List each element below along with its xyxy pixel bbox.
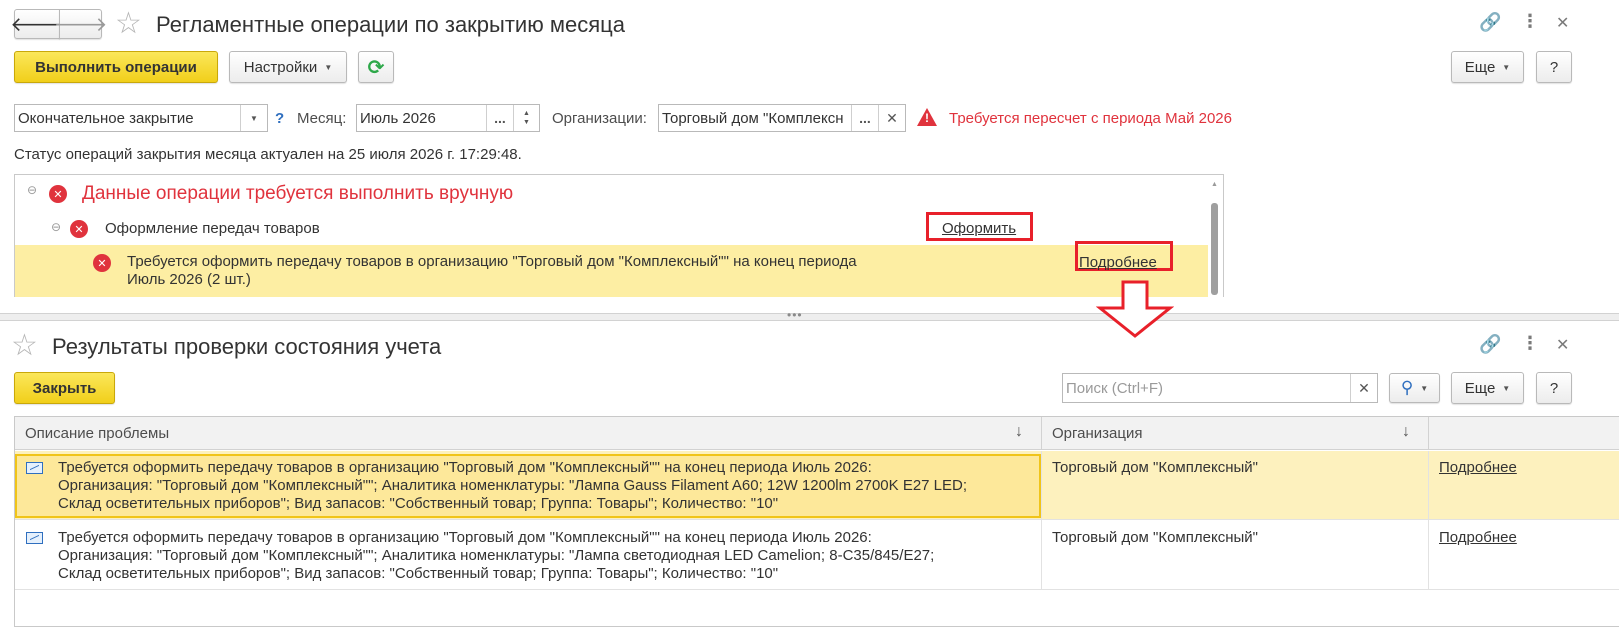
row-organization: Торговый дом "Комплексный" bbox=[1052, 529, 1258, 546]
organization-value: Торговый дом "Комплексн bbox=[662, 109, 844, 127]
recalculation-warning: Требуется пересчет с периода Май 2026 bbox=[949, 110, 1232, 127]
chevron-down-icon: ▼ bbox=[1420, 383, 1429, 393]
detail-row: ✕ Требуется оформить передачу товаров в … bbox=[15, 245, 1208, 297]
collapse-icon[interactable]: ⊖ bbox=[27, 183, 37, 197]
clear-search-icon[interactable]: ✕ bbox=[1350, 374, 1377, 402]
refresh-icon: ⟳ bbox=[367, 56, 385, 79]
more-label: Еще bbox=[1464, 379, 1496, 397]
results-window-title: Результаты проверки состояния учета bbox=[52, 334, 442, 359]
column-divider bbox=[1428, 417, 1429, 450]
more-label: Еще bbox=[1464, 58, 1496, 76]
month-stepper[interactable]: ▲ ▼ bbox=[513, 105, 539, 131]
column-divider bbox=[1041, 451, 1042, 590]
row-organization: Торговый дом "Комплексный" bbox=[1052, 459, 1258, 476]
closing-mode-value: Окончательное закрытие bbox=[18, 109, 194, 127]
column-divider bbox=[1041, 417, 1042, 450]
clear-icon[interactable]: ✕ bbox=[878, 105, 905, 131]
arrow-right-icon: 🡒 bbox=[53, 13, 108, 36]
help-button[interactable]: ? bbox=[1536, 51, 1572, 83]
more-button[interactable]: Еще ▼ bbox=[1451, 372, 1524, 404]
process-link[interactable]: Оформить bbox=[942, 220, 1016, 237]
chevron-down-icon: ▼ bbox=[1502, 383, 1511, 393]
sort-down-icon[interactable]: ↓ bbox=[1402, 423, 1410, 441]
search-button[interactable]: ⚲ ▼ bbox=[1389, 373, 1440, 403]
tree-item-title: Оформление передач товаров bbox=[105, 220, 320, 237]
month-value: Июль 2026 bbox=[360, 109, 436, 127]
column-header-organization[interactable]: Организация bbox=[1052, 425, 1142, 442]
row-description-line3: Склад осветительных приборов"; Вид запас… bbox=[58, 565, 779, 582]
closing-mode-select[interactable]: Окончательное закрытие ▼ bbox=[14, 104, 268, 132]
sort-down-icon[interactable]: ↓ bbox=[1015, 423, 1023, 441]
row-details-link[interactable]: Подробнее bbox=[1439, 529, 1517, 547]
error-icon: ✕ bbox=[93, 254, 111, 272]
chevron-up-icon[interactable]: ▲ bbox=[523, 109, 530, 118]
chevron-down-icon: ▼ bbox=[324, 62, 333, 72]
close-icon[interactable]: ✕ bbox=[1556, 13, 1569, 33]
report-row-icon bbox=[26, 532, 43, 544]
window-splitter[interactable]: ••• bbox=[0, 308, 1619, 322]
more-button[interactable]: Еще ▼ bbox=[1451, 51, 1524, 83]
month-field[interactable]: Июль 2026 ... ▲ ▼ bbox=[356, 104, 540, 132]
row-description-line3: Склад осветительных приборов"; Вид запас… bbox=[58, 495, 779, 512]
chevron-down-icon: ▼ bbox=[1502, 62, 1511, 72]
favorite-star-icon[interactable]: ☆ bbox=[115, 7, 142, 41]
row-description-line2: Организация: "Торговый дом "Комплексный"… bbox=[58, 477, 968, 494]
chevron-down-icon[interactable]: ▼ bbox=[240, 105, 267, 131]
link-icon[interactable]: 🔗 bbox=[1479, 334, 1501, 355]
search-placeholder: Поиск (Ctrl+F) bbox=[1066, 379, 1163, 397]
search-icon: ⚲ bbox=[1400, 378, 1414, 397]
refresh-button[interactable]: ⟳ bbox=[358, 51, 394, 83]
more-vert-icon[interactable]: ⋮ bbox=[1521, 333, 1539, 354]
detail-line-1: Требуется оформить передачу товаров в ор… bbox=[127, 253, 857, 270]
column-header-description[interactable]: Описание проблемы bbox=[25, 425, 169, 442]
row-description-line2: Организация: "Торговый дом "Комплексный"… bbox=[58, 547, 935, 564]
scroll-up-icon[interactable]: ▲ bbox=[1211, 181, 1218, 188]
splitter-grip-icon: ••• bbox=[787, 308, 803, 322]
results-table: Описание проблемы ↓ Организация ↓ Требуе… bbox=[14, 416, 1619, 627]
status-text: Статус операций закрытия месяца актуален… bbox=[14, 146, 522, 163]
chevron-down-icon[interactable]: ▼ bbox=[523, 118, 530, 127]
forward-button[interactable]: 🡒 bbox=[54, 9, 107, 39]
help-mark[interactable]: ? bbox=[275, 110, 284, 127]
month-label: Месяц: bbox=[297, 110, 347, 127]
row-description-line1: Требуется оформить передачу товаров в ор… bbox=[58, 529, 872, 546]
search-input[interactable]: Поиск (Ctrl+F) ✕ bbox=[1062, 373, 1378, 403]
operations-tree: ⊖ ✕ Данные операции требуется выполнить … bbox=[14, 174, 1224, 297]
collapse-icon[interactable]: ⊖ bbox=[51, 220, 61, 234]
manual-group-title: Данные операции требуется выполнить вруч… bbox=[82, 183, 514, 204]
error-icon: ✕ bbox=[49, 185, 67, 203]
organization-select-button[interactable]: ... bbox=[851, 105, 878, 131]
month-select-button[interactable]: ... bbox=[486, 105, 513, 131]
vertical-scrollbar[interactable] bbox=[1211, 203, 1218, 295]
help-button[interactable]: ? bbox=[1536, 372, 1572, 404]
warning-icon-mark: ! bbox=[925, 111, 929, 125]
organizations-label: Организации: bbox=[552, 110, 647, 127]
window-title: Регламентные операции по закрытию месяца bbox=[156, 12, 625, 37]
details-link[interactable]: Подробнее bbox=[1079, 254, 1157, 271]
row-details-link[interactable]: Подробнее bbox=[1439, 459, 1517, 477]
annotation-arrow bbox=[1096, 280, 1174, 338]
report-row-icon bbox=[26, 462, 43, 474]
run-operations-button[interactable]: Выполнить операции bbox=[14, 51, 218, 83]
detail-line-2: Июль 2026 (2 шт.) bbox=[127, 271, 251, 288]
settings-button[interactable]: Настройки ▼ bbox=[229, 51, 347, 83]
error-icon: ✕ bbox=[70, 220, 88, 238]
more-vert-icon[interactable]: ⋮ bbox=[1521, 11, 1539, 32]
table-row[interactable]: Требуется оформить передачу товаров в ор… bbox=[15, 521, 1619, 590]
link-icon[interactable]: 🔗 bbox=[1479, 12, 1501, 33]
table-header: Описание проблемы ↓ Организация ↓ bbox=[15, 417, 1619, 450]
organization-field[interactable]: Торговый дом "Комплексн ... ✕ bbox=[658, 104, 906, 132]
column-divider bbox=[1428, 451, 1429, 590]
table-row[interactable]: Требуется оформить передачу товаров в ор… bbox=[15, 451, 1619, 520]
close-button[interactable]: Закрыть bbox=[14, 372, 115, 404]
settings-label: Настройки bbox=[243, 58, 318, 76]
close-icon[interactable]: ✕ bbox=[1556, 335, 1569, 355]
row-description-line1: Требуется оформить передачу товаров в ор… bbox=[58, 459, 872, 476]
favorite-star-icon[interactable]: ☆ bbox=[11, 329, 38, 363]
